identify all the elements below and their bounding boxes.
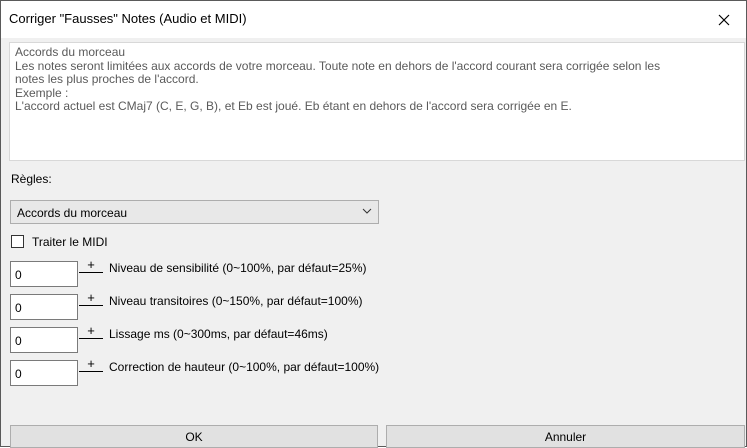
dialog-window: Corriger "Fausses" Notes (Audio et MIDI)… xyxy=(0,0,747,448)
rules-label: Règles: xyxy=(11,172,52,186)
sensitivity-label: Niveau de sensibilité (0~100%, par défau… xyxy=(109,261,367,275)
smoothing-minus-button[interactable] xyxy=(79,338,103,353)
transients-label: Niveau transitoires (0~150%, par défaut=… xyxy=(109,294,363,308)
pitch-correction-label: Correction de hauteur (0~100%, par défau… xyxy=(109,360,380,374)
rules-dropdown[interactable]: Accords du morceau xyxy=(10,200,379,224)
sensitivity-input[interactable]: 0 xyxy=(10,261,78,287)
pitch-correction-input[interactable]: 0 xyxy=(10,360,78,386)
dialog-title: Corriger "Fausses" Notes (Audio et MIDI) xyxy=(9,11,247,26)
description-box: Accords du morceau Les notes seront limi… xyxy=(9,42,745,161)
close-button[interactable] xyxy=(702,1,746,38)
transients-minus-button[interactable] xyxy=(79,305,103,320)
pitch-correction-plus-button[interactable]: + xyxy=(79,357,103,370)
title-bar: Corriger "Fausses" Notes (Audio et MIDI) xyxy=(1,1,746,38)
sensitivity-minus-button[interactable] xyxy=(79,272,103,287)
description-line: Les notes seront limitées aux accords de… xyxy=(15,58,661,73)
midi-checkbox-label[interactable]: Traiter le MIDI xyxy=(32,235,108,249)
smoothing-input[interactable]: 0 xyxy=(10,327,78,353)
description-line: Accords du morceau xyxy=(15,45,126,59)
chevron-down-icon xyxy=(362,208,372,214)
midi-checkbox[interactable] xyxy=(11,235,24,248)
transients-input[interactable]: 0 xyxy=(10,294,78,320)
smoothing-label: Lissage ms (0~300ms, par défaut=46ms) xyxy=(109,327,328,341)
ok-button[interactable]: OK xyxy=(10,425,378,448)
rules-selected-value: Accords du morceau xyxy=(17,206,128,220)
smoothing-plus-button[interactable]: + xyxy=(79,324,103,337)
transients-plus-button[interactable]: + xyxy=(79,291,103,304)
description-line: Exemple : xyxy=(15,85,69,100)
sensitivity-plus-button[interactable]: + xyxy=(79,258,103,271)
cancel-button[interactable]: Annuler xyxy=(386,425,745,448)
pitch-correction-minus-button[interactable] xyxy=(79,371,103,386)
description-line: L'accord actuel est CMaj7 (C, E, G, B), … xyxy=(15,99,572,113)
description-line: notes les plus proches de l'accord. xyxy=(15,72,199,86)
close-icon xyxy=(718,14,730,25)
